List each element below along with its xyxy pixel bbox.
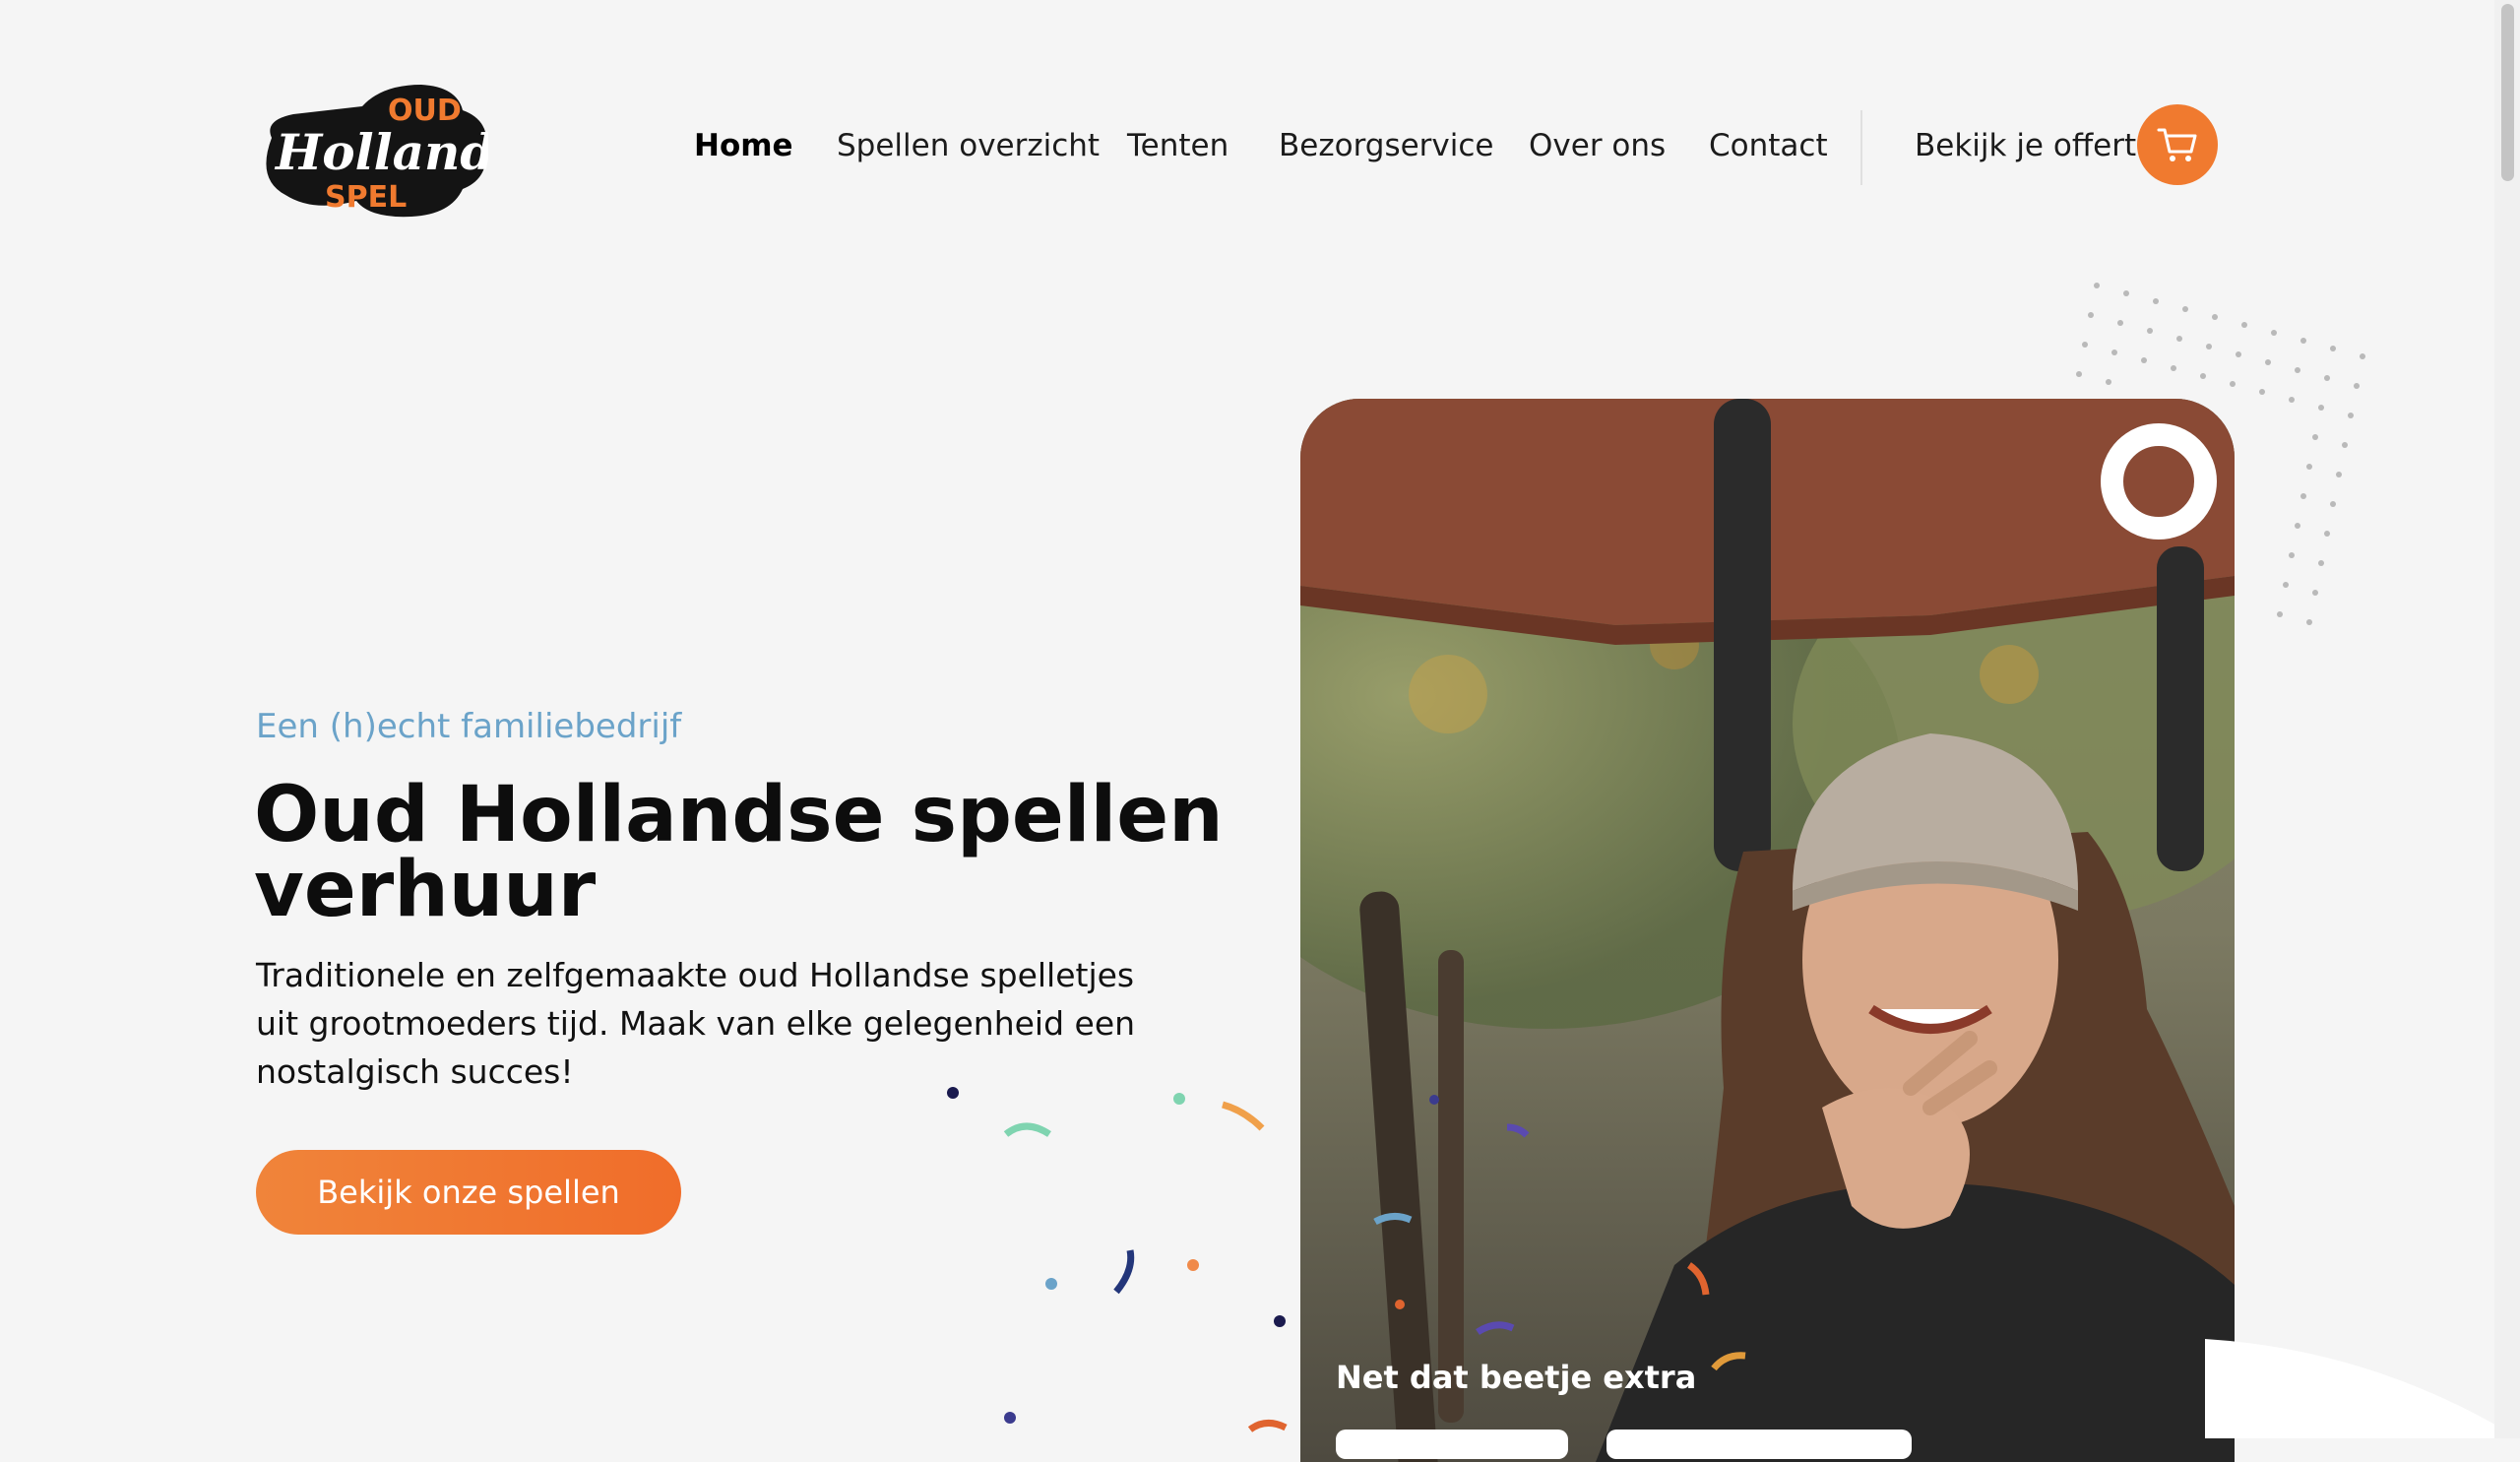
hero-image-card bbox=[1300, 399, 2235, 1462]
nav-item-home[interactable]: Home bbox=[694, 128, 793, 163]
scrollbar-thumb[interactable] bbox=[2501, 4, 2514, 181]
hero-eyebrow: Een (h)echt familiebedrijf bbox=[256, 707, 682, 746]
quote-link[interactable]: Bekijk je offerte bbox=[1915, 128, 2155, 163]
card-tag-2[interactable] bbox=[1606, 1430, 1912, 1459]
nav-divider bbox=[1860, 110, 1862, 185]
nav-item-bezorgservice[interactable]: Bezorgservice bbox=[1279, 128, 1494, 163]
hero-title: Oud Hollandse spellen verhuur bbox=[254, 771, 1224, 934]
cart-button[interactable] bbox=[2137, 104, 2218, 185]
scrollbar[interactable] bbox=[2494, 0, 2520, 1438]
logo-bottom-text: SPEL bbox=[325, 180, 407, 215]
main-navigation: Home Spellen overzicht Tenten Bezorgserv… bbox=[0, 104, 2520, 185]
ring-decoration bbox=[2101, 423, 2217, 540]
nav-item-tenten[interactable]: Tenten bbox=[1127, 128, 1228, 163]
nav-item-spellen-overzicht[interactable]: Spellen overzicht bbox=[837, 128, 1100, 163]
view-games-button[interactable]: Bekijk onze spellen bbox=[256, 1150, 681, 1235]
card-caption: Net dat beetje extra bbox=[1336, 1359, 1697, 1396]
confetti-decoration bbox=[947, 1087, 1288, 1432]
hero-photo bbox=[1300, 399, 2235, 1462]
curve-decoration bbox=[2205, 1339, 2500, 1438]
cart-icon bbox=[2157, 128, 2197, 161]
nav-item-over-ons[interactable]: Over ons bbox=[1529, 128, 1666, 163]
card-tag-1[interactable] bbox=[1336, 1430, 1568, 1459]
nav-item-contact[interactable]: Contact bbox=[1709, 128, 1828, 163]
